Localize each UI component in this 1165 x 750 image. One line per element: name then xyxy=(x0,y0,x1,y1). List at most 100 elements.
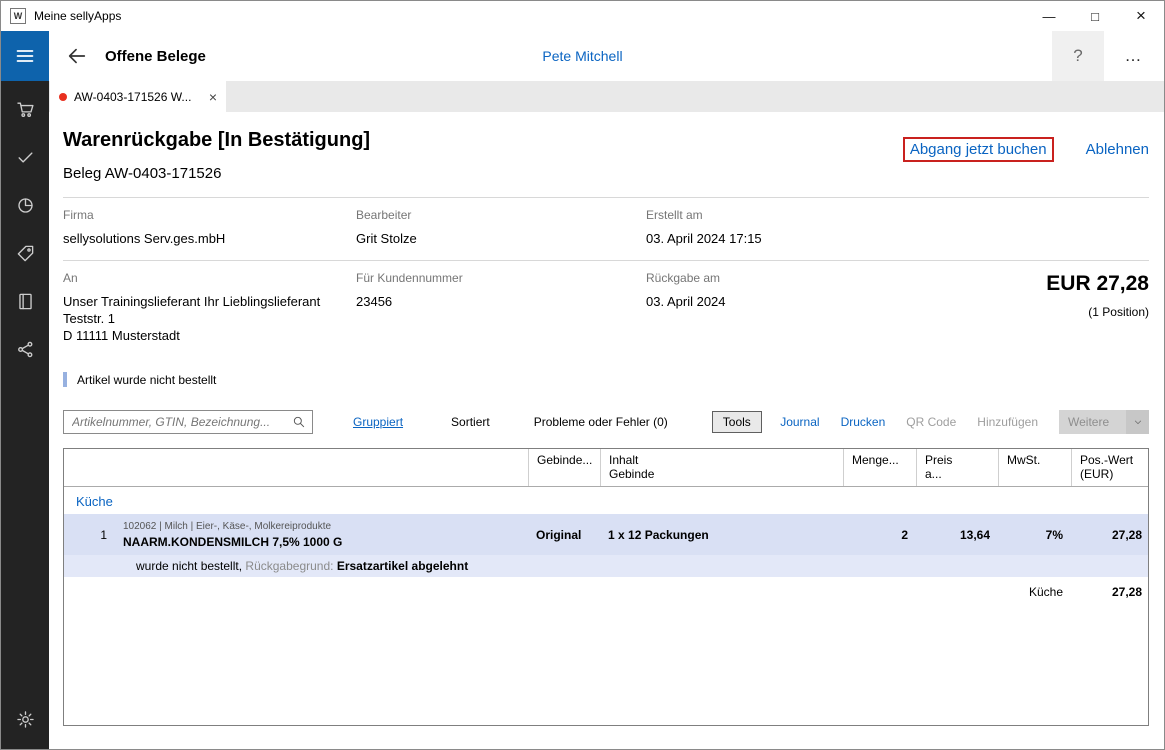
row-note-plain: wurde nicht bestellt, xyxy=(136,559,242,573)
sidebar-item-prices[interactable] xyxy=(1,229,49,277)
cell-preis: 13,64 xyxy=(916,528,998,542)
field-label: Bearbeiter xyxy=(356,208,646,222)
summary-group-label: Küche xyxy=(998,585,1071,599)
tab-label: AW-0403-171526 W... xyxy=(74,90,191,104)
grouped-toggle[interactable]: Gruppiert xyxy=(353,415,403,429)
field-label: Erstellt am xyxy=(646,208,878,222)
column-header-description xyxy=(118,449,528,486)
window-title: Meine sellyApps xyxy=(34,9,121,23)
note-text: Artikel wurde nicht bestellt xyxy=(77,373,216,387)
column-header-poswert[interactable]: Pos.-Wert (EUR) xyxy=(1071,449,1148,486)
field-label: Für Kundennummer xyxy=(356,271,646,285)
book-icon xyxy=(16,292,35,311)
close-button[interactable]: × xyxy=(1118,1,1164,31)
back-arrow-icon xyxy=(66,45,88,67)
sidebar-item-settings[interactable] xyxy=(1,695,49,743)
share-icon xyxy=(16,340,35,359)
add-link-disabled: Hinzufügen xyxy=(977,415,1038,429)
column-header-menge[interactable]: Menge... xyxy=(843,449,916,486)
sidebar-item-journal[interactable] xyxy=(1,277,49,325)
table-row[interactable]: 1 102062 | Milch | Eier-, Käse-, Molkere… xyxy=(64,514,1148,555)
field-value: sellysolutions Serv.ges.mbH xyxy=(63,230,356,247)
book-departure-button[interactable]: Abgang jetzt buchen xyxy=(903,137,1054,162)
position-count: (1 Position) xyxy=(878,305,1149,319)
field-label: Rückgabe am xyxy=(646,271,878,285)
sidebar-item-share[interactable] xyxy=(1,325,49,373)
sidebar-item-reports[interactable] xyxy=(1,181,49,229)
document-header: Warenrückgabe [In Bestätigung] Beleg AW-… xyxy=(63,129,1149,182)
field-erstellt-am: Erstellt am 03. April 2024 17:15 xyxy=(646,208,878,247)
qr-code-link-disabled: QR Code xyxy=(906,415,956,429)
row-note-label: Rückgabegrund: xyxy=(245,559,333,573)
tag-icon xyxy=(16,244,35,263)
field-value: 23456 xyxy=(356,293,646,310)
problems-filter[interactable]: Probleme oder Fehler (0) xyxy=(534,415,668,429)
total-amount: EUR 27,28 xyxy=(878,272,1149,296)
sorted-toggle[interactable]: Sortiert xyxy=(451,415,490,429)
group-header[interactable]: Küche xyxy=(64,487,1148,514)
tab-document[interactable]: AW-0403-171526 W... × xyxy=(50,81,226,112)
chevron-down-icon xyxy=(1126,410,1149,434)
header-more-button[interactable]: … xyxy=(1104,31,1164,81)
field-an: An Unser Trainingslieferant Ihr Liebling… xyxy=(63,271,356,344)
field-label: Firma xyxy=(63,208,356,222)
recipient-line: Teststr. 1 xyxy=(63,310,356,327)
cell-mwst: 7% xyxy=(998,528,1071,542)
unsaved-dot-icon xyxy=(59,93,67,101)
warning-note: Artikel wurde nicht bestellt xyxy=(63,372,1149,387)
column-header-gebinde[interactable]: Gebinde... xyxy=(528,449,600,486)
document-number: Beleg AW-0403-171526 xyxy=(63,165,1149,182)
sidebar-item-tasks[interactable] xyxy=(1,133,49,181)
minimize-button[interactable]: — xyxy=(1026,1,1072,31)
toolbar-right-actions: Journal Drucken QR Code Hinzufügen Weite… xyxy=(780,410,1149,434)
meta-fields-row2: An Unser Trainingslieferant Ihr Liebling… xyxy=(63,261,1149,357)
field-firma: Firma sellysolutions Serv.ges.mbH xyxy=(63,208,356,247)
column-header-inhalt[interactable]: Inhalt Gebinde xyxy=(600,449,843,486)
row-number: 1 xyxy=(64,528,118,542)
header-right-actions: ? … xyxy=(1052,31,1164,81)
checkmark-icon xyxy=(16,148,35,167)
print-link[interactable]: Drucken xyxy=(841,415,886,429)
page-title: Offene Belege xyxy=(105,48,206,65)
group-summary-row: Küche 27,28 xyxy=(64,577,1148,607)
search-input[interactable] xyxy=(70,414,292,430)
sidebar xyxy=(1,81,49,749)
hamburger-icon xyxy=(15,46,35,66)
gear-icon xyxy=(16,710,35,729)
cell-inhalt: 1 x 12 Packungen xyxy=(600,528,843,542)
journal-link[interactable]: Journal xyxy=(780,415,819,429)
column-header-num xyxy=(64,449,118,486)
column-header-mwst[interactable]: MwSt. xyxy=(998,449,1071,486)
field-kundennummer: Für Kundennummer 23456 xyxy=(356,271,646,344)
tab-close-icon[interactable]: × xyxy=(209,89,217,105)
field-value: 03. April 2024 xyxy=(646,293,878,310)
tab-bar: AW-0403-171526 W... × xyxy=(49,81,1164,112)
field-rueckgabe-am: Rückgabe am 03. April 2024 xyxy=(646,271,878,344)
more-dropdown-label: Weitere xyxy=(1059,415,1126,429)
document-total: EUR 27,28 (1 Position) xyxy=(878,271,1149,344)
article-search[interactable] xyxy=(63,410,313,434)
back-button[interactable] xyxy=(66,45,88,67)
user-link[interactable]: Pete Mitchell xyxy=(542,48,622,64)
sidebar-item-cart[interactable] xyxy=(1,85,49,133)
maximize-button[interactable]: □ xyxy=(1072,1,1118,31)
app-logo-icon: W xyxy=(10,8,26,24)
row-note: wurde nicht bestellt, Rückgabegrund: Ers… xyxy=(64,555,1148,577)
cell-menge: 2 xyxy=(843,528,916,542)
cell-poswert: 27,28 xyxy=(1071,528,1148,542)
app-header: Offene Belege Pete Mitchell ? … xyxy=(1,31,1164,81)
cart-icon xyxy=(16,100,35,119)
column-header-preis[interactable]: Preis a... xyxy=(916,449,998,486)
tools-button[interactable]: Tools xyxy=(712,411,762,433)
help-button[interactable]: ? xyxy=(1052,31,1104,81)
article-meta: 102062 | Milch | Eier-, Käse-, Molkereip… xyxy=(123,521,520,532)
article-description: 102062 | Milch | Eier-, Käse-, Molkereip… xyxy=(118,521,528,549)
meta-fields-row1: Firma sellysolutions Serv.ges.mbH Bearbe… xyxy=(63,198,1149,260)
recipient-line: Unser Trainingslieferant Ihr Lieblingsli… xyxy=(63,293,356,310)
table-empty-area xyxy=(64,607,1148,725)
main-area: AW-0403-171526 W... × Warenrückgabe [In … xyxy=(49,81,1164,749)
more-dropdown-button[interactable]: Weitere xyxy=(1059,410,1149,434)
reject-button[interactable]: Ablehnen xyxy=(1086,141,1149,158)
hamburger-menu-button[interactable] xyxy=(1,31,49,81)
search-icon xyxy=(292,415,306,429)
